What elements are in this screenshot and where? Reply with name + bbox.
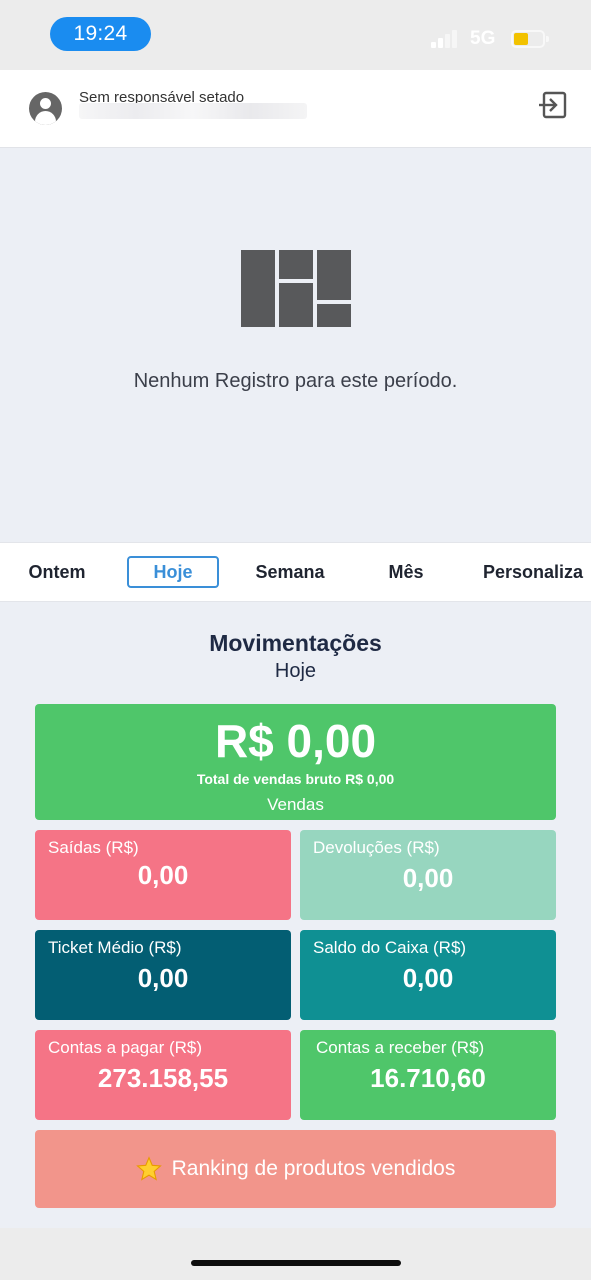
movements-panel: Movimentações Hoje R$ 0,00 Total de vend… [0,602,591,1228]
header: Sem responsável setado [0,70,591,148]
contas-pagar-card[interactable]: Contas a pagar (R$) 273.158,55 [35,1030,291,1120]
gross-sales-label: Total de vendas bruto R$ 0,00 [196,771,395,787]
ticket-medio-card[interactable]: Ticket Médio (R$) 0,00 [35,930,291,1020]
status-bar: 19:24 5G [0,0,591,70]
tab-hoje[interactable]: Hoje [127,556,219,588]
empty-state-message: Nenhum Registro para este período. [133,370,458,392]
period-tabs: Ontem Hoje Semana Mês Personaliza [0,542,591,602]
signal-icon [431,30,457,48]
home-indicator[interactable] [191,1260,401,1266]
sales-card-label: Vendas [267,795,324,814]
saldo-caixa-value: 0,00 [402,963,454,993]
tab-semana[interactable]: Semana [249,556,331,588]
saldo-caixa-label: Saldo do Caixa (R$) [313,938,467,957]
status-time: 19:24 [50,17,151,51]
user-avatar-icon [29,92,62,125]
contas-receber-label: Contas a receber (R$) [316,1038,485,1057]
contas-pagar-value: 273.158,55 [97,1063,229,1093]
saidas-label: Saídas (R$) [48,838,139,857]
devolucoes-card[interactable]: Devoluções (R$) 0,00 [300,830,556,920]
sales-card[interactable]: R$ 0,00 Total de vendas bruto R$ 0,00 Ve… [35,704,556,820]
network-label: 5G [470,28,496,49]
tab-personalizado[interactable]: Personaliza [483,556,591,588]
saidas-card[interactable]: Saídas (R$) 0,00 [35,830,291,920]
star-icon [135,1156,162,1181]
contas-receber-value: 16.710,60 [370,1063,486,1093]
ticket-medio-label: Ticket Médio (R$) [48,938,182,957]
devolucoes-label: Devoluções (R$) [313,838,440,857]
responsible-label: Sem responsável setado [79,89,245,104]
contas-receber-card[interactable]: Contas a receber (R$) 16.710,60 [300,1030,556,1120]
empty-state-panel: Nenhum Registro para este período. [0,148,591,542]
ticket-medio-value: 0,00 [137,963,189,993]
app-logo-icon [241,250,351,327]
logout-icon[interactable] [538,90,568,120]
movements-title: Movimentações [209,630,382,656]
devolucoes-value: 0,00 [402,863,454,893]
ranking-button[interactable]: Ranking de produtos vendidos [35,1130,556,1208]
saidas-value: 0,00 [137,860,189,890]
tab-ontem[interactable]: Ontem [24,556,90,588]
sales-amount: R$ 0,00 [214,715,377,767]
contas-pagar-label: Contas a pagar (R$) [48,1038,203,1057]
saldo-caixa-card[interactable]: Saldo do Caixa (R$) 0,00 [300,930,556,1020]
ranking-label: Ranking de produtos vendidos [171,1157,456,1180]
battery-icon [511,30,549,48]
blurred-user-info [79,103,307,119]
movements-period: Hoje [274,660,317,682]
tab-mes[interactable]: Mês [384,556,428,588]
